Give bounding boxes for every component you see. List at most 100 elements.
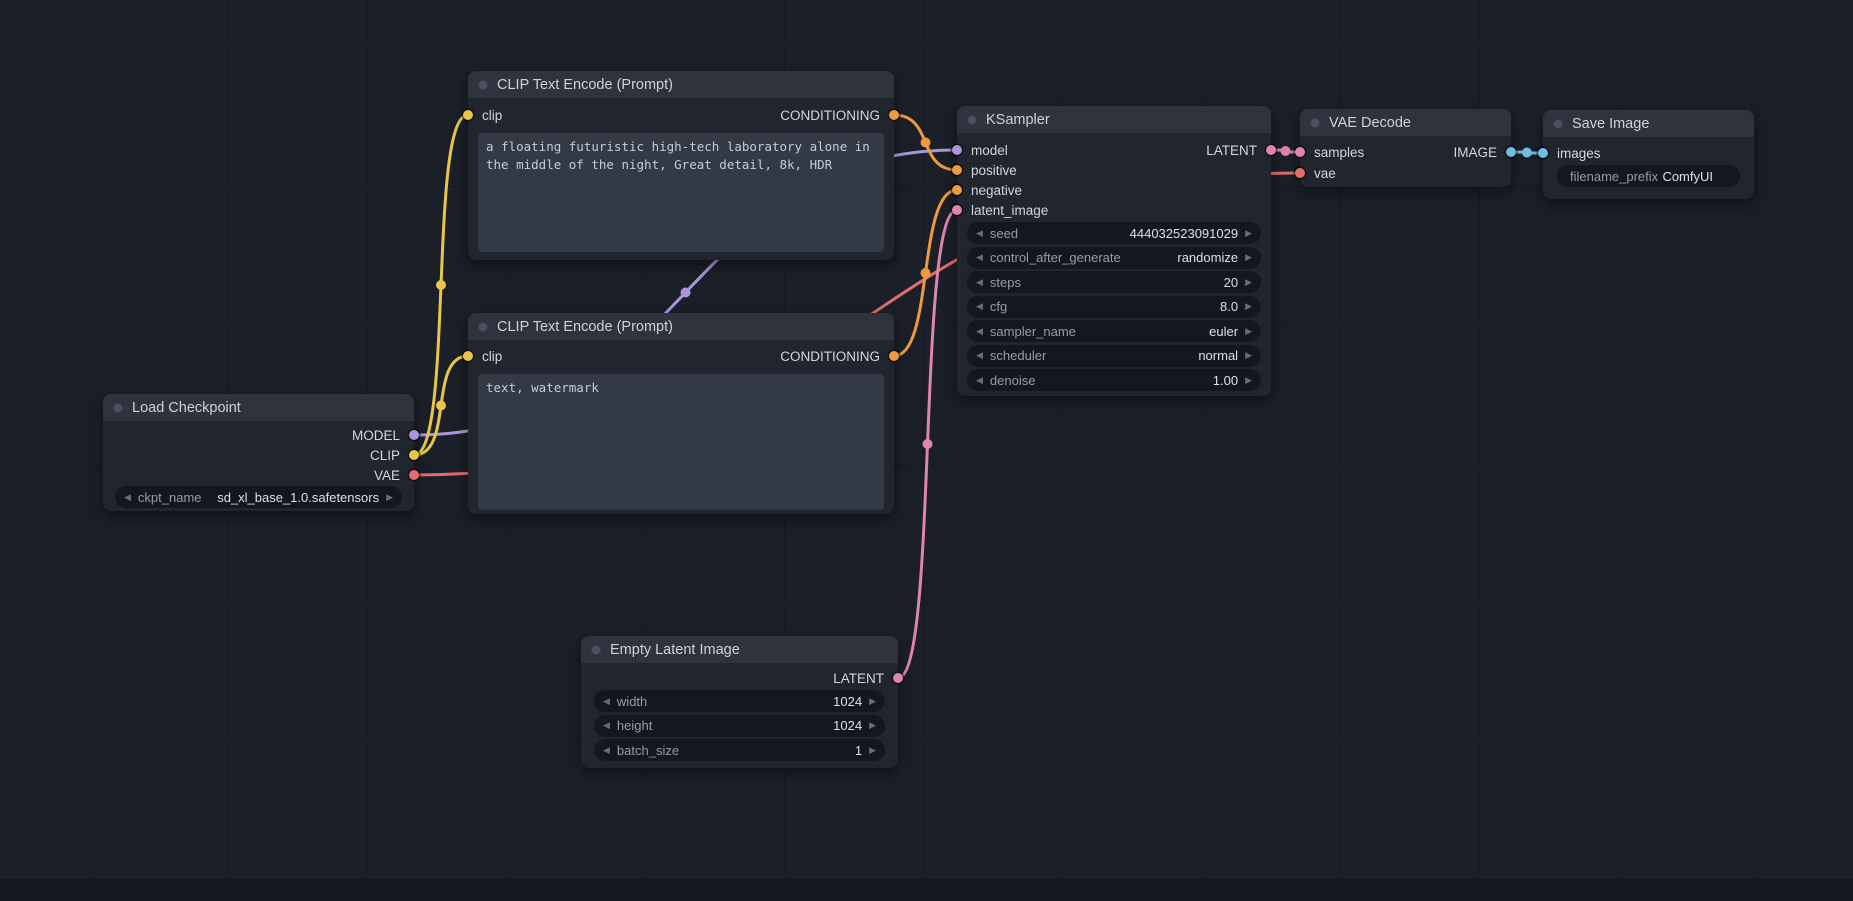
link-clip-negative-output-conditioning-to-ksampler-input-negative[interactable] xyxy=(894,190,957,356)
link-midpoint-dot[interactable] xyxy=(681,288,691,298)
link-empty-latent-output-latent-to-ksampler-input-latent-image[interactable] xyxy=(898,210,957,678)
vae-decode-output-image[interactable] xyxy=(1506,147,1516,157)
widget-scheduler[interactable]: ◀ scheduler normal ▶ xyxy=(967,345,1261,367)
collapse-toggle-icon[interactable] xyxy=(478,80,488,90)
link-midpoint-dot[interactable] xyxy=(436,280,446,290)
widget-label: height xyxy=(617,718,652,733)
widget-label: width xyxy=(617,694,647,709)
decrement-icon[interactable]: ◀ xyxy=(976,351,983,360)
increment-icon[interactable]: ▶ xyxy=(1245,229,1252,238)
prompt-textarea[interactable]: a floating futuristic high-tech laborato… xyxy=(478,133,884,252)
clip-negative-output-conditioning[interactable] xyxy=(889,351,899,361)
empty-latent-output-latent[interactable] xyxy=(893,673,903,683)
node-empty-latent-image[interactable]: Empty Latent Image LATENT ◀ width 1024 ▶… xyxy=(581,636,898,768)
widget-label: filename_prefix xyxy=(1570,169,1658,184)
node-title: Empty Latent Image xyxy=(610,642,740,658)
increment-icon[interactable]: ▶ xyxy=(869,697,876,706)
link-load-checkpoint-output-clip-to-clip-negative-input-clip[interactable] xyxy=(414,356,468,455)
decrement-icon[interactable]: ◀ xyxy=(124,493,131,502)
load-checkpoint-output-model[interactable] xyxy=(409,430,419,440)
increment-icon[interactable]: ▶ xyxy=(1245,278,1252,287)
decrement-icon[interactable]: ◀ xyxy=(976,302,983,311)
widget-cfg[interactable]: ◀ cfg 8.0 ▶ xyxy=(967,296,1261,318)
node-titlebar[interactable]: Empty Latent Image xyxy=(581,636,898,663)
prompt-textarea[interactable]: text, watermark xyxy=(478,374,884,510)
decrement-icon[interactable]: ◀ xyxy=(976,229,983,238)
input-label-latent-image: latent_image xyxy=(971,203,1048,218)
increment-icon[interactable]: ▶ xyxy=(869,746,876,755)
widget-batch-size[interactable]: ◀ batch_size 1 ▶ xyxy=(594,739,885,761)
link-load-checkpoint-output-clip-to-clip-positive-input-clip[interactable] xyxy=(414,115,468,455)
widget-value: 1024 xyxy=(833,718,862,733)
decrement-icon[interactable]: ◀ xyxy=(976,253,983,262)
link-midpoint-dot[interactable] xyxy=(1522,148,1532,158)
load-checkpoint-output-vae[interactable] xyxy=(409,470,419,480)
load-checkpoint-output-clip[interactable] xyxy=(409,450,419,460)
node-load-checkpoint[interactable]: Load Checkpoint MODEL CLIP VAE ◀ ckpt_na… xyxy=(103,394,414,511)
node-graph-canvas[interactable]: Load Checkpoint MODEL CLIP VAE ◀ ckpt_na… xyxy=(0,0,1853,901)
link-clip-positive-output-conditioning-to-ksampler-input-positive[interactable] xyxy=(894,115,957,170)
node-ksampler[interactable]: KSampler model LATENT positive negative … xyxy=(957,106,1271,396)
widget-steps[interactable]: ◀ steps 20 ▶ xyxy=(967,271,1261,293)
decrement-icon[interactable]: ◀ xyxy=(603,721,610,730)
increment-icon[interactable]: ▶ xyxy=(869,721,876,730)
widget-label: seed xyxy=(990,226,1018,241)
node-clip-text-encode-negative[interactable]: CLIP Text Encode (Prompt) clip CONDITION… xyxy=(468,313,894,514)
collapse-toggle-icon[interactable] xyxy=(113,403,123,413)
node-title: Save Image xyxy=(1572,116,1649,132)
link-midpoint-dot[interactable] xyxy=(1281,146,1291,156)
widget-height[interactable]: ◀ height 1024 ▶ xyxy=(594,715,885,737)
node-titlebar[interactable]: CLIP Text Encode (Prompt) xyxy=(468,313,894,340)
increment-icon[interactable]: ▶ xyxy=(1245,327,1252,336)
widget-width[interactable]: ◀ width 1024 ▶ xyxy=(594,690,885,712)
ksampler-input-negative[interactable] xyxy=(952,185,962,195)
widget-denoise[interactable]: ◀ denoise 1.00 ▶ xyxy=(967,369,1261,391)
output-label-image: IMAGE xyxy=(1453,145,1497,160)
increment-icon[interactable]: ▶ xyxy=(1245,376,1252,385)
collapse-toggle-icon[interactable] xyxy=(478,322,488,332)
collapse-toggle-icon[interactable] xyxy=(591,645,601,655)
widget-label: steps xyxy=(990,275,1021,290)
ksampler-input-positive[interactable] xyxy=(952,165,962,175)
output-label-conditioning: CONDITIONING xyxy=(780,108,880,123)
increment-icon[interactable]: ▶ xyxy=(1245,302,1252,311)
clip-positive-output-conditioning[interactable] xyxy=(889,110,899,120)
ksampler-output-latent[interactable] xyxy=(1266,145,1276,155)
vae-decode-input-vae[interactable] xyxy=(1295,168,1305,178)
widget-label: cfg xyxy=(990,299,1007,314)
ksampler-input-latent-image[interactable] xyxy=(952,205,962,215)
link-midpoint-dot[interactable] xyxy=(921,268,931,278)
link-midpoint-dot[interactable] xyxy=(923,439,933,449)
node-titlebar[interactable]: Load Checkpoint xyxy=(103,394,414,421)
node-vae-decode[interactable]: VAE Decode samples IMAGE vae xyxy=(1300,109,1511,187)
decrement-icon[interactable]: ◀ xyxy=(603,746,610,755)
collapse-toggle-icon[interactable] xyxy=(1310,118,1320,128)
node-titlebar[interactable]: CLIP Text Encode (Prompt) xyxy=(468,71,894,98)
collapse-toggle-icon[interactable] xyxy=(967,115,977,125)
increment-icon[interactable]: ▶ xyxy=(1245,253,1252,262)
decrement-icon[interactable]: ◀ xyxy=(976,327,983,336)
widget-label: scheduler xyxy=(990,348,1046,363)
output-label-vae: VAE xyxy=(374,468,400,483)
increment-icon[interactable]: ▶ xyxy=(1245,351,1252,360)
save-image-input-images[interactable] xyxy=(1538,148,1548,158)
decrement-icon[interactable]: ◀ xyxy=(976,376,983,385)
increment-icon[interactable]: ▶ xyxy=(386,493,393,502)
link-midpoint-dot[interactable] xyxy=(921,138,931,148)
link-midpoint-dot[interactable] xyxy=(436,401,446,411)
node-save-image[interactable]: Save Image images filename_prefix ComfyU… xyxy=(1543,110,1754,199)
decrement-icon[interactable]: ◀ xyxy=(603,697,610,706)
widget-filename-prefix[interactable]: filename_prefix ComfyUI xyxy=(1557,165,1740,187)
node-title: Load Checkpoint xyxy=(132,400,241,416)
node-clip-text-encode-positive[interactable]: CLIP Text Encode (Prompt) clip CONDITION… xyxy=(468,71,894,260)
decrement-icon[interactable]: ◀ xyxy=(976,278,983,287)
node-titlebar[interactable]: KSampler xyxy=(957,106,1271,133)
widget-label: control_after_generate xyxy=(990,250,1121,265)
node-titlebar[interactable]: Save Image xyxy=(1543,110,1754,137)
widget-ckpt-name[interactable]: ◀ ckpt_name sd_xl_base_1.0.safetensors ▶ xyxy=(115,486,402,508)
widget-seed[interactable]: ◀ seed 444032523091029 ▶ xyxy=(967,222,1261,244)
widget-control-after-generate[interactable]: ◀ control_after_generate randomize ▶ xyxy=(967,247,1261,269)
node-titlebar[interactable]: VAE Decode xyxy=(1300,109,1511,136)
widget-sampler-name[interactable]: ◀ sampler_name euler ▶ xyxy=(967,320,1261,342)
collapse-toggle-icon[interactable] xyxy=(1553,119,1563,129)
